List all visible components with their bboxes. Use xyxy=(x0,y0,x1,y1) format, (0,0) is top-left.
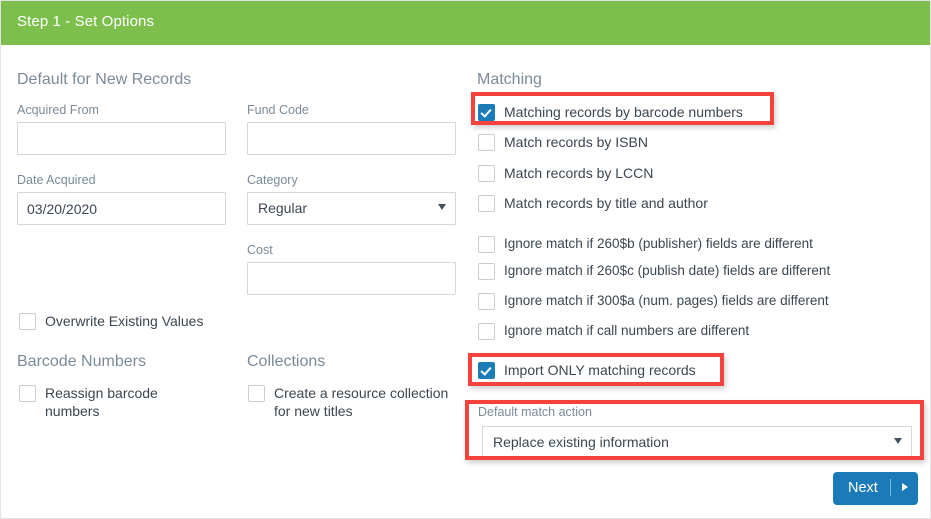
import-only-matching-records-checkbox[interactable] xyxy=(478,362,495,379)
ignore-publish-date-checkbox[interactable] xyxy=(478,263,495,280)
ignore-publish-date-label: Ignore match if 260$c (publish date) fie… xyxy=(504,263,831,278)
match-by-isbn-row[interactable]: Match records by ISBN xyxy=(478,133,768,151)
match-by-lccn-label: Match records by LCCN xyxy=(504,165,654,181)
default-for-new-records-heading: Default for New Records xyxy=(17,71,192,88)
ignore-num-pages-label: Ignore match if 300$a (num. pages) field… xyxy=(504,293,829,308)
match-by-isbn-label: Match records by ISBN xyxy=(504,134,648,150)
match-by-barcode-checkbox[interactable] xyxy=(478,104,495,121)
wizard-step-header: Step 1 - Set Options xyxy=(1,1,930,45)
category-select[interactable]: Regular xyxy=(247,192,456,225)
ignore-publisher-label: Ignore match if 260$b (publisher) fields… xyxy=(504,236,813,251)
cost-label: Cost xyxy=(247,243,273,257)
reassign-barcode-numbers-checkbox[interactable] xyxy=(19,385,36,402)
acquired-from-input[interactable] xyxy=(17,122,226,155)
ignore-num-pages-row[interactable]: Ignore match if 300$a (num. pages) field… xyxy=(478,292,888,310)
create-resource-collection-checkbox[interactable] xyxy=(248,385,265,402)
reassign-barcode-numbers-row[interactable]: Reassign barcode numbers xyxy=(19,384,214,420)
overwrite-existing-values-checkbox[interactable] xyxy=(19,313,36,330)
match-by-title-author-label: Match records by title and author xyxy=(504,195,708,211)
date-acquired-input[interactable] xyxy=(17,192,226,225)
ignore-num-pages-checkbox[interactable] xyxy=(478,293,495,310)
barcode-numbers-heading: Barcode Numbers xyxy=(17,353,146,370)
cost-input[interactable] xyxy=(247,262,456,295)
match-by-barcode-label: Matching records by barcode numbers xyxy=(504,104,743,120)
overwrite-existing-values-label: Overwrite Existing Values xyxy=(45,313,204,329)
date-acquired-label: Date Acquired xyxy=(17,173,96,187)
match-by-lccn-row[interactable]: Match records by LCCN xyxy=(478,164,768,182)
reassign-barcode-numbers-label: Reassign barcode numbers xyxy=(45,385,158,419)
next-button[interactable]: Next xyxy=(833,472,918,505)
fund-code-label: Fund Code xyxy=(247,103,309,117)
default-match-action-selected-value: Replace existing information xyxy=(493,434,669,450)
next-button-divider xyxy=(890,479,891,496)
ignore-call-numbers-checkbox[interactable] xyxy=(478,323,495,340)
match-by-barcode-row[interactable]: Matching records by barcode numbers xyxy=(478,103,768,121)
create-resource-collection-row[interactable]: Create a resource collection for new tit… xyxy=(248,384,453,420)
default-match-action-label: Default match action xyxy=(478,405,592,419)
ignore-publisher-row[interactable]: Ignore match if 260$b (publisher) fields… xyxy=(478,235,878,253)
match-by-title-author-row[interactable]: Match records by title and author xyxy=(478,194,778,212)
chevron-down-icon xyxy=(438,204,446,210)
collections-heading: Collections xyxy=(247,353,326,370)
category-label: Category xyxy=(247,173,298,187)
ignore-publish-date-row[interactable]: Ignore match if 260$c (publish date) fie… xyxy=(478,262,888,280)
set-options-wizard-page: Step 1 - Set Options Default for New Rec… xyxy=(0,0,931,519)
ignore-publisher-checkbox[interactable] xyxy=(478,236,495,253)
category-selected-value: Regular xyxy=(258,200,308,216)
matching-heading: Matching xyxy=(477,71,542,88)
page-title: Step 1 - Set Options xyxy=(17,13,155,30)
match-by-isbn-checkbox[interactable] xyxy=(478,134,495,151)
arrow-right-icon xyxy=(902,483,908,491)
chevron-down-icon xyxy=(894,438,902,444)
next-button-label: Next xyxy=(848,480,878,496)
create-resource-collection-label: Create a resource collection for new tit… xyxy=(274,385,449,419)
ignore-call-numbers-label: Ignore match if call numbers are differe… xyxy=(504,323,750,338)
overwrite-existing-values-row[interactable]: Overwrite Existing Values xyxy=(19,312,249,330)
ignore-call-numbers-row[interactable]: Ignore match if call numbers are differe… xyxy=(478,322,878,340)
import-only-matching-records-label: Import ONLY matching records xyxy=(504,362,696,378)
acquired-from-label: Acquired From xyxy=(17,103,99,117)
default-match-action-select[interactable]: Replace existing information xyxy=(482,426,912,459)
import-only-matching-records-row[interactable]: Import ONLY matching records xyxy=(478,361,718,379)
match-by-title-author-checkbox[interactable] xyxy=(478,195,495,212)
fund-code-input[interactable] xyxy=(247,122,456,155)
match-by-lccn-checkbox[interactable] xyxy=(478,165,495,182)
